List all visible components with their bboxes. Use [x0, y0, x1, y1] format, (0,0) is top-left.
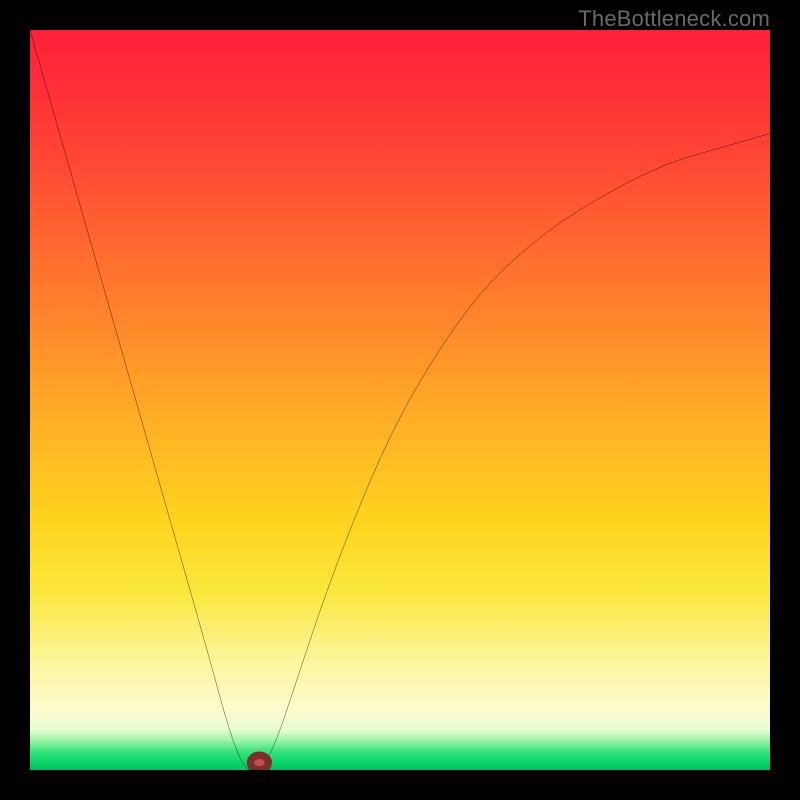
minimum-marker	[251, 755, 269, 770]
plot-area	[30, 30, 770, 770]
bottleneck-curve	[30, 30, 770, 770]
watermark-text: TheBottleneck.com	[578, 6, 770, 32]
plot-svg	[30, 30, 770, 770]
chart-frame: TheBottleneck.com	[0, 0, 800, 800]
